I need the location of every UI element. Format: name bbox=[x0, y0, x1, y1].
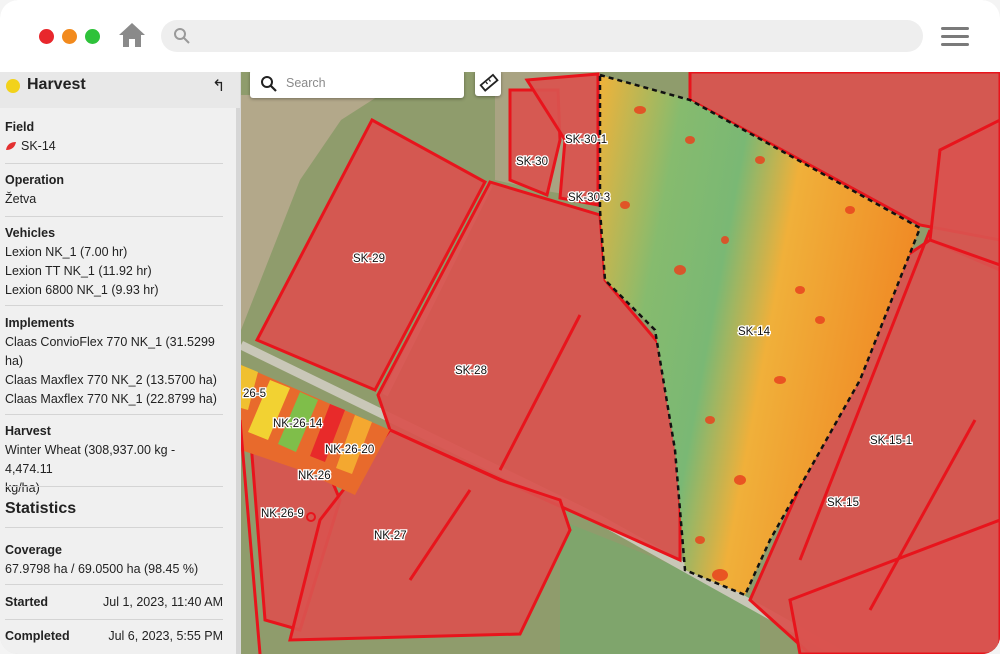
field-label-nk-26-9: NK-26-9 bbox=[261, 508, 304, 520]
vehicles-section: Vehicles Lexion NK_1 (7.00 hr) Lexion TT… bbox=[5, 224, 223, 300]
field-label-sk-30: SK-30 bbox=[516, 156, 548, 168]
divider bbox=[5, 305, 223, 306]
statistics-title: Statistics bbox=[5, 500, 77, 517]
maximize-window-dot[interactable] bbox=[85, 29, 100, 44]
divider bbox=[5, 216, 223, 217]
coverage-section: Coverage 67.9798 ha / 69.0500 ha (98.45 … bbox=[5, 541, 223, 579]
top-bar bbox=[0, 0, 1000, 73]
home-icon[interactable] bbox=[118, 22, 146, 48]
menu-icon[interactable] bbox=[941, 27, 969, 47]
divider bbox=[5, 414, 223, 415]
map-view[interactable]: SK-30-1 SK-30 SK-30-3 SK-29 SK-14 SK-28 … bbox=[241, 72, 1000, 654]
app-window: Harvest ↰ Field SK-14 Operation Žetva Ve… bbox=[0, 0, 1000, 654]
field-label-sk-28: SK-28 bbox=[455, 365, 487, 377]
coverage-value: 67.9798 ha / 69.0500 ha (98.45 %) bbox=[5, 562, 199, 576]
map-canvas[interactable]: SK-30-1 SK-30 SK-30-3 SK-29 SK-14 SK-28 … bbox=[241, 72, 1000, 654]
map-search-box[interactable]: Search bbox=[250, 72, 464, 98]
field-label-sk-30-3: SK-30-3 bbox=[568, 192, 610, 204]
minimize-window-dot[interactable] bbox=[62, 29, 77, 44]
harvest-label: Harvest bbox=[5, 424, 51, 438]
field-label-nk-26-14: NK-26-14 bbox=[273, 418, 323, 430]
vehicle-item: Lexion 6800 NK_1 (9.93 hr) bbox=[5, 283, 159, 297]
harvest-line: kg/ha) bbox=[5, 481, 40, 495]
field-label-sk-30-1: SK-30-1 bbox=[565, 134, 607, 146]
completed-row: Completed Jul 6, 2023, 5:55 PM bbox=[5, 629, 223, 643]
map-search-placeholder: Search bbox=[286, 76, 326, 90]
implement-item: Claas ConvioFlex 770 NK_1 (31.5299 bbox=[5, 335, 215, 349]
vehicle-item: Lexion TT NK_1 (11.92 hr) bbox=[5, 264, 152, 278]
operation-label: Operation bbox=[5, 173, 65, 187]
leaf-icon bbox=[6, 142, 16, 150]
field-section: Field SK-14 bbox=[5, 118, 223, 156]
implement-item: ha) bbox=[5, 354, 24, 368]
sidebar-title: Harvest bbox=[27, 76, 86, 93]
field-label: Field bbox=[5, 120, 35, 134]
field-value-row[interactable]: SK-14 bbox=[5, 137, 223, 156]
started-value: Jul 1, 2023, 11:40 AM bbox=[103, 595, 223, 609]
back-icon[interactable]: ↰ bbox=[212, 76, 225, 96]
harvest-line: Winter Wheat (308,937.00 kg - 4,474.11 bbox=[5, 443, 176, 476]
vehicle-item: Lexion NK_1 (7.00 hr) bbox=[5, 245, 128, 259]
field-value: SK-14 bbox=[21, 139, 56, 153]
ruler-icon bbox=[479, 73, 499, 92]
implements-section: Implements Claas ConvioFlex 770 NK_1 (31… bbox=[5, 314, 223, 409]
divider bbox=[5, 584, 223, 585]
completed-value: Jul 6, 2023, 5:55 PM bbox=[108, 629, 223, 643]
coverage-label: Coverage bbox=[5, 543, 62, 557]
started-row: Started Jul 1, 2023, 11:40 AM bbox=[5, 595, 223, 609]
field-label-nk-26: NK-26 bbox=[298, 470, 331, 482]
address-bar[interactable] bbox=[161, 20, 923, 52]
completed-label: Completed bbox=[5, 629, 70, 643]
implement-item: Claas Maxflex 770 NK_2 (13.5700 ha) bbox=[5, 373, 217, 387]
implements-label: Implements bbox=[5, 316, 75, 330]
field-label-sk-14: SK-14 bbox=[738, 326, 771, 338]
status-indicator bbox=[6, 79, 20, 93]
started-label: Started bbox=[5, 595, 49, 609]
divider bbox=[5, 527, 223, 528]
divider bbox=[5, 486, 223, 487]
field-label-sk-15-1: SK-15-1 bbox=[870, 435, 912, 447]
field-label-sk-29: SK-29 bbox=[353, 253, 385, 265]
operation-value: Žetva bbox=[5, 192, 37, 206]
divider bbox=[5, 163, 223, 164]
close-window-dot[interactable] bbox=[39, 29, 54, 44]
field-label-sk-15: SK-15 bbox=[827, 497, 859, 509]
measure-ruler-button[interactable] bbox=[475, 72, 501, 96]
field-label-nk-27: NK-27 bbox=[374, 530, 407, 542]
details-sidebar: Harvest ↰ Field SK-14 Operation Žetva Ve… bbox=[0, 72, 241, 654]
field-label-nk-26-20: NK-26-20 bbox=[325, 444, 374, 456]
divider bbox=[5, 619, 223, 620]
vehicles-label: Vehicles bbox=[5, 226, 56, 240]
field-label-26-5: 26-5 bbox=[243, 388, 266, 400]
search-icon bbox=[261, 76, 277, 92]
sidebar-scrollbar[interactable] bbox=[236, 108, 240, 654]
implement-item: Claas Maxflex 770 NK_1 (22.8799 ha) bbox=[5, 392, 217, 406]
sidebar-header: Harvest ↰ bbox=[0, 72, 240, 108]
operation-section: Operation Žetva bbox=[5, 171, 223, 209]
search-icon bbox=[174, 28, 190, 44]
